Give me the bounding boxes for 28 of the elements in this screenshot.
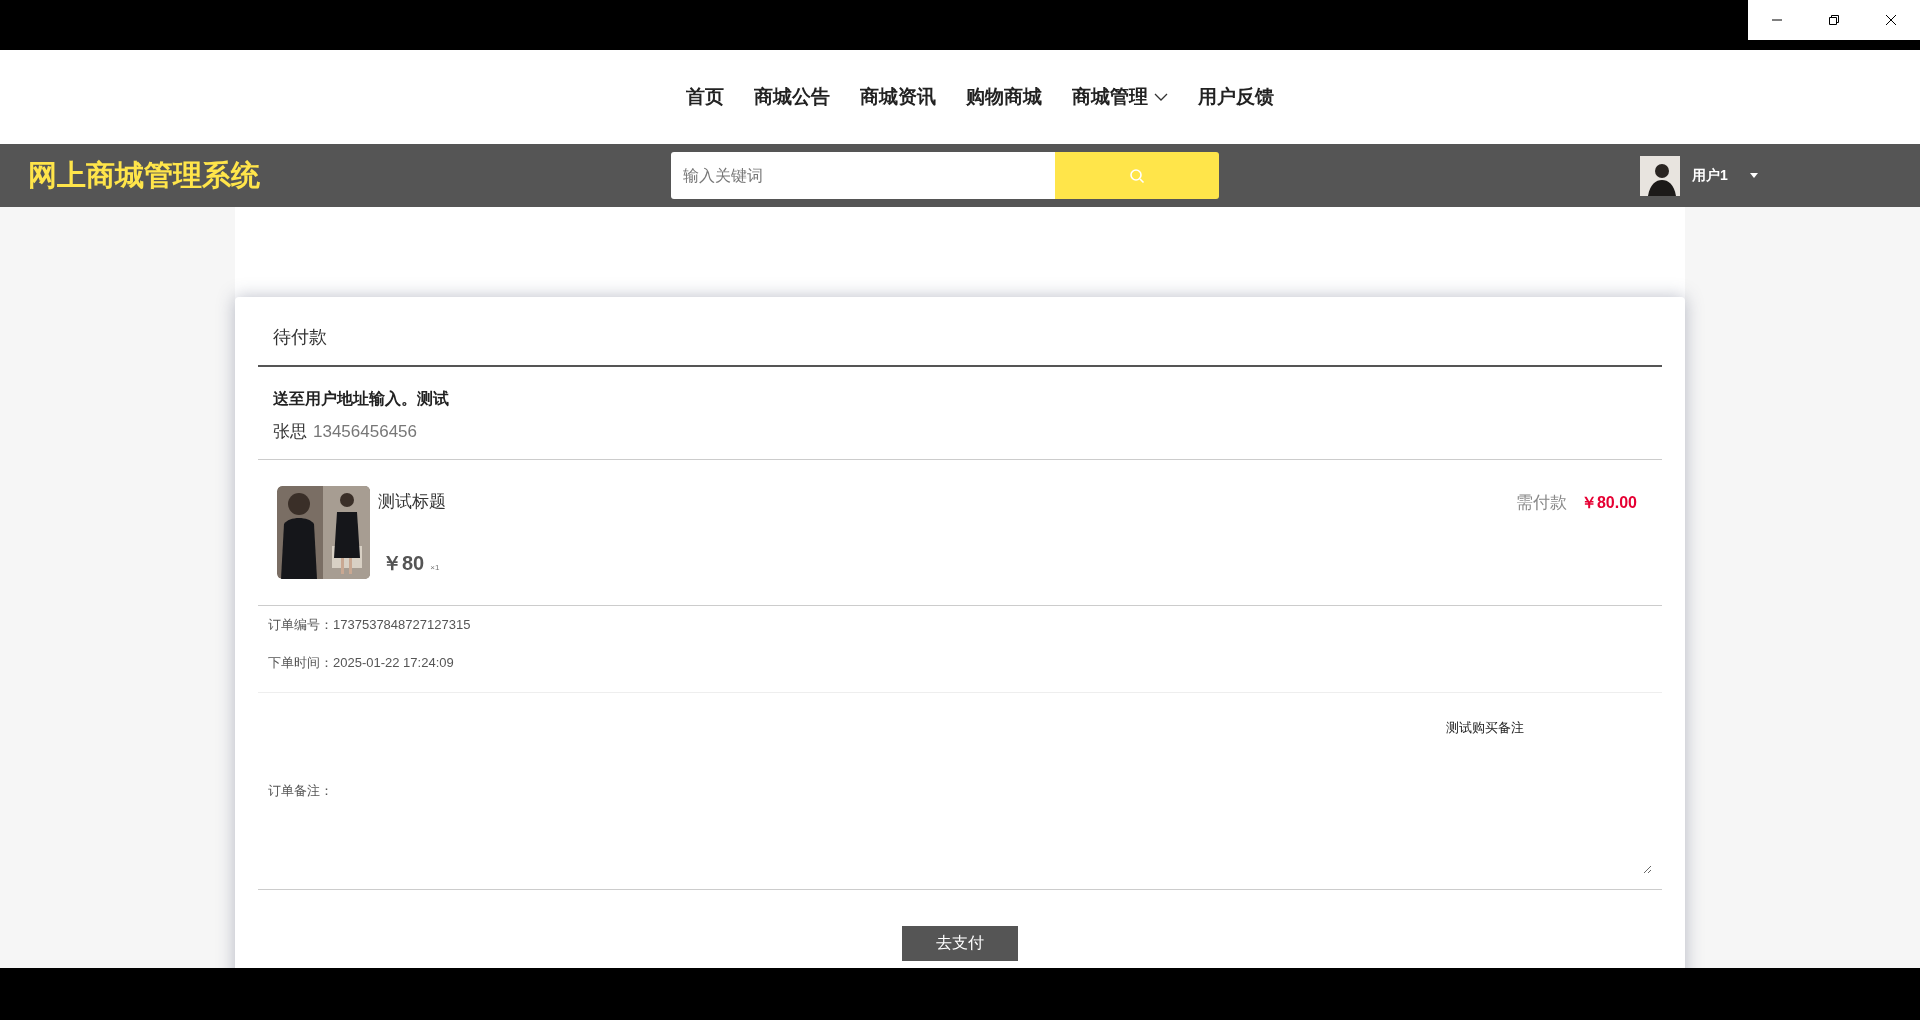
chevron-icon — [1154, 93, 1168, 101]
caret-icon[interactable] — [1749, 173, 1758, 178]
delivery-address: 送至用户地址输入。测试 — [273, 389, 450, 409]
product-title: 测试标题 — [378, 491, 447, 513]
amount-due: ￥80.00 — [1580, 494, 1637, 511]
receiver-name: 张思 — [273, 422, 307, 441]
nav-link[interactable]: 商城资讯 — [860, 84, 936, 110]
order-status: 待付款 — [258, 297, 1662, 367]
site-logo: 网上商城管理系统 — [28, 157, 261, 193]
search-field[interactable]: 输入关键词 — [671, 152, 1055, 199]
close-icon[interactable] — [1885, 14, 1898, 26]
user-name[interactable]: 用户1 — [1692, 166, 1728, 185]
nav-link[interactable]: 用户反馈 — [1198, 84, 1274, 110]
search-icon — [1129, 167, 1145, 184]
order-info: 订单编号：1737537848727127315 — [268, 616, 472, 634]
avatar[interactable] — [1640, 155, 1680, 196]
product-price: ￥80 — [382, 551, 425, 576]
remark-label: 订单备注： — [268, 782, 333, 800]
nav-link[interactable]: 首页 — [686, 84, 724, 110]
nav-link[interactable]: 购物商城 — [966, 84, 1042, 110]
order-info: 下单时间：2025-01-22 17:24:09 — [268, 654, 455, 672]
amount-due-label: 需付款 — [1515, 493, 1567, 512]
phone-number: 13456456456 — [313, 422, 417, 441]
restore-icon[interactable] — [1828, 14, 1840, 26]
nav-link[interactable]: 商城管理 — [1072, 84, 1168, 110]
nav-link[interactable]: 商城公告 — [754, 84, 830, 110]
pay-button[interactable]: 去支付 — [902, 926, 1018, 961]
quantity: ×1 — [430, 563, 440, 572]
